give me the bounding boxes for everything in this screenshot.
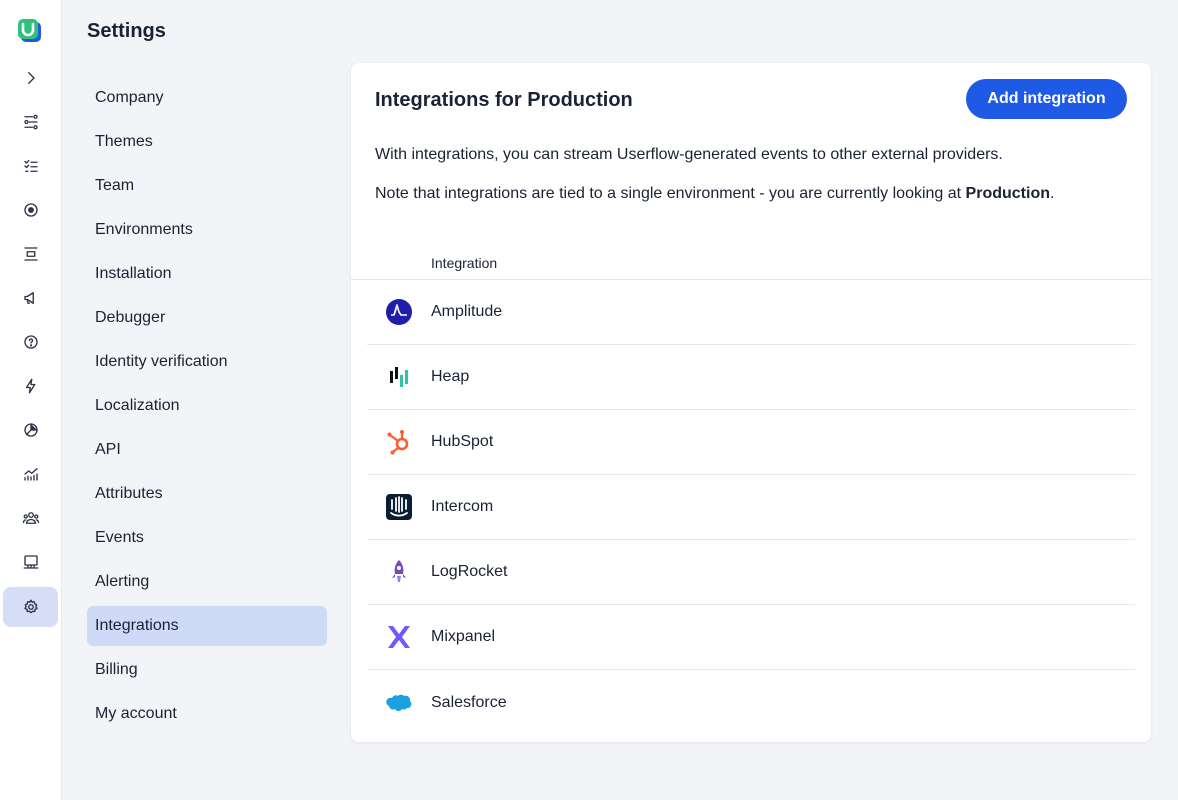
logrocket-logo-icon: [384, 557, 414, 587]
pie-chart-icon[interactable]: [3, 410, 58, 450]
environment-note-suffix: .: [1049, 185, 1055, 202]
bolt-icon[interactable]: [3, 366, 58, 406]
settings-title: Settings: [87, 20, 166, 42]
settings-nav-events[interactable]: Events: [87, 518, 327, 558]
settings-nav: Company Themes Team Environments Install…: [87, 78, 327, 738]
help-icon[interactable]: [3, 322, 58, 362]
intercom-logo-icon: [384, 492, 414, 522]
integration-label: LogRocket: [431, 563, 508, 580]
mixpanel-logo-icon: [384, 622, 414, 652]
megaphone-icon[interactable]: [3, 278, 58, 318]
integrations-description: With integrations, you can stream Userfl…: [375, 146, 1003, 163]
settings-nav-localization[interactable]: Localization: [87, 386, 327, 426]
settings-nav-company[interactable]: Company: [87, 78, 327, 118]
integration-row-heap[interactable]: Heap: [367, 345, 1135, 410]
salesforce-logo-icon: [384, 688, 414, 718]
analytics-icon[interactable]: [3, 454, 58, 494]
settings-nav-themes[interactable]: Themes: [87, 122, 327, 162]
amplitude-logo-icon: [384, 297, 414, 327]
environment-note: Note that integrations are tied to a sin…: [375, 185, 1054, 203]
integration-row-intercom[interactable]: Intercom: [367, 475, 1135, 540]
settings-nav-identity-verification[interactable]: Identity verification: [87, 342, 327, 382]
target-icon[interactable]: [3, 190, 58, 230]
integration-row-salesforce[interactable]: Salesforce: [367, 670, 1135, 735]
heap-logo-icon: [384, 362, 414, 392]
flows-icon[interactable]: [3, 102, 58, 142]
banner-icon[interactable]: [3, 234, 58, 274]
integration-row-logrocket[interactable]: LogRocket: [367, 540, 1135, 605]
integrations-list: Amplitude Heap HubSpot Intercom LogRocke…: [367, 280, 1135, 735]
settings-nav-environments[interactable]: Environments: [87, 210, 327, 250]
gear-icon[interactable]: [3, 587, 58, 627]
integration-row-amplitude[interactable]: Amplitude: [367, 280, 1135, 345]
chevron-right-icon[interactable]: [3, 58, 58, 98]
environment-name: Production: [965, 185, 1050, 202]
integration-row-hubspot[interactable]: HubSpot: [367, 410, 1135, 475]
settings-nav-api[interactable]: API: [87, 430, 327, 470]
userflow-logo-icon[interactable]: [17, 18, 43, 44]
settings-nav-billing[interactable]: Billing: [87, 650, 327, 690]
companies-icon[interactable]: [3, 542, 58, 582]
settings-nav-integrations[interactable]: Integrations: [87, 606, 327, 646]
integration-label: Intercom: [431, 498, 494, 515]
integration-label: Heap: [431, 368, 470, 385]
integration-row-mixpanel[interactable]: Mixpanel: [367, 605, 1135, 670]
settings-nav-debugger[interactable]: Debugger: [87, 298, 327, 338]
integration-label: Mixpanel: [431, 628, 496, 645]
integrations-card: Integrations for Production Add integrat…: [351, 63, 1151, 742]
environment-note-prefix: Note that integrations are tied to a sin…: [375, 185, 966, 202]
integration-label: Salesforce: [431, 693, 507, 711]
checklist-icon[interactable]: [3, 146, 58, 186]
icon-rail: [0, 0, 62, 800]
column-header-integration: Integration: [431, 255, 498, 271]
settings-nav-alerting[interactable]: Alerting: [87, 562, 327, 602]
hubspot-logo-icon: [384, 427, 414, 457]
settings-nav-attributes[interactable]: Attributes: [87, 474, 327, 514]
settings-nav-installation[interactable]: Installation: [87, 254, 327, 294]
add-integration-button[interactable]: Add integration: [966, 79, 1127, 119]
settings-nav-my-account[interactable]: My account: [87, 694, 327, 734]
page-title: Integrations for Production: [375, 89, 633, 111]
users-icon[interactable]: [3, 498, 58, 538]
settings-nav-team[interactable]: Team: [87, 166, 327, 206]
integration-label: Amplitude: [431, 303, 503, 320]
integration-label: HubSpot: [431, 433, 494, 450]
